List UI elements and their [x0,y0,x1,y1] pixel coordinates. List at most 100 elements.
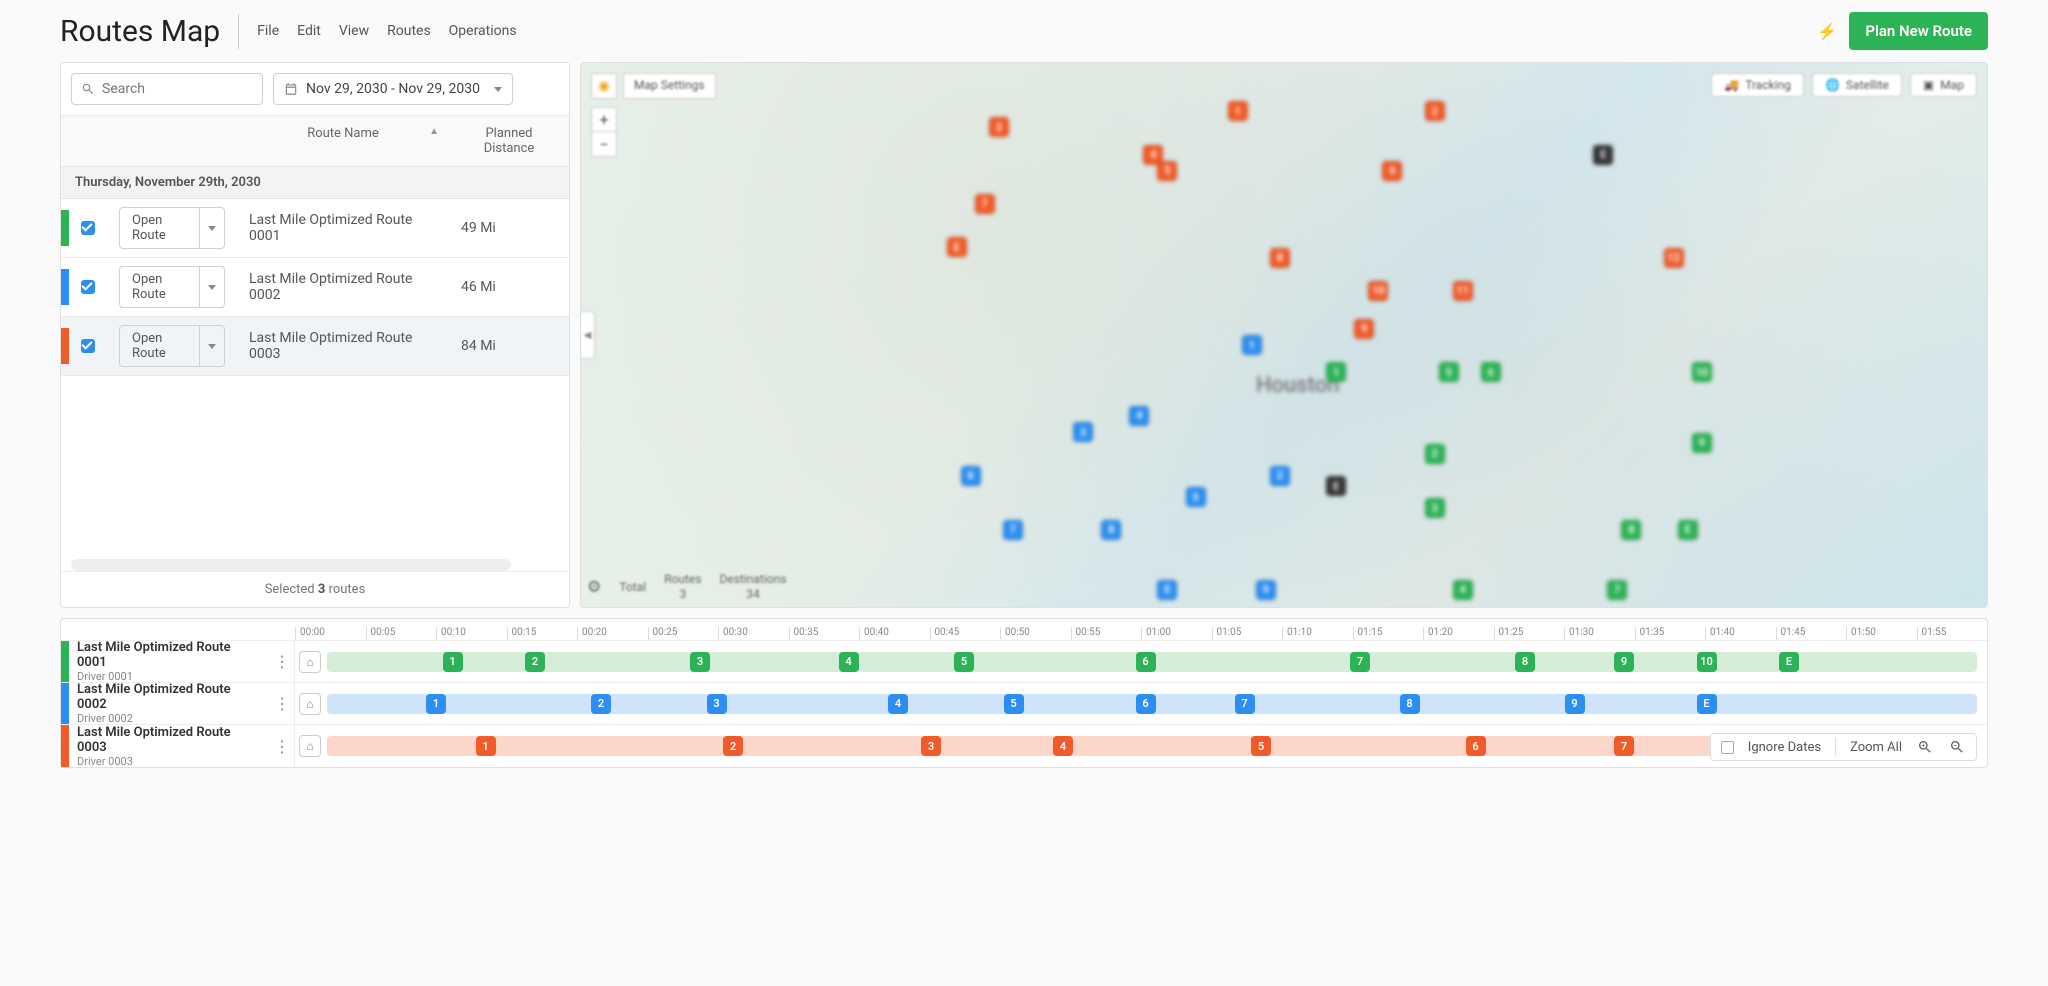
map-marker[interactable]: 5 [1157,161,1177,181]
more-icon[interactable]: ⋮ [270,652,294,671]
route-checkbox[interactable] [81,221,95,235]
map-marker[interactable]: 7 [1607,580,1627,600]
chevron-down-icon[interactable] [200,208,224,248]
zoom-out-icon[interactable] [1948,738,1966,756]
zoom-all-button[interactable]: Zoom All [1850,740,1902,755]
timeline-stop[interactable]: 7 [1235,694,1255,714]
menu-file[interactable]: File [257,23,279,39]
table-row[interactable]: Open Route Last Mile Optimized Route 000… [61,317,569,376]
zoom-in-button[interactable]: + [592,108,616,132]
timeline-stop[interactable]: 10 [1697,652,1717,672]
timeline-stop[interactable]: 3 [921,736,941,756]
map-canvas[interactable]: Houston 123456789101112E123456789E123456… [580,62,1988,608]
chevron-down-icon[interactable] [200,267,224,307]
bolt-icon[interactable]: ⚡ [1817,22,1837,41]
more-icon[interactable]: ⋮ [270,737,294,756]
table-row[interactable]: Open Route Last Mile Optimized Route 000… [61,258,569,317]
timeline-stop[interactable]: 9 [1614,652,1634,672]
menu-operations[interactable]: Operations [449,23,517,39]
map-marker[interactable]: 11 [1453,281,1473,301]
search-input[interactable] [71,73,263,105]
map-marker[interactable]: 3 [1425,498,1445,518]
horizontal-scrollbar[interactable] [71,559,511,571]
map-marker[interactable]: 5 [1186,487,1206,507]
date-range-picker[interactable]: Nov 29, 2030 - Nov 29, 2030 [273,73,513,105]
map-marker[interactable]: 4 [1453,580,1473,600]
timeline-stop[interactable]: E [1697,694,1717,714]
tracking-toggle[interactable]: 🚚Tracking [1711,73,1804,97]
map-marker[interactable]: 2 [1425,444,1445,464]
timeline-stop[interactable]: E [1779,652,1799,672]
menu-view[interactable]: View [339,23,369,39]
timeline-stop[interactable]: 7 [1614,736,1634,756]
timeline-stop[interactable]: 8 [1515,652,1535,672]
timeline-stop[interactable]: 5 [954,652,974,672]
map-marker[interactable]: 2 [1270,466,1290,486]
timeline-stop[interactable]: 3 [690,652,710,672]
timeline-stop[interactable]: 3 [707,694,727,714]
column-planned-distance[interactable]: Planned Distance [449,116,569,166]
timeline-bar[interactable]: 1 2 3 4 5 6 7 8 9 10 E [327,652,1977,672]
gear-icon[interactable]: ⚙ [587,577,601,596]
timeline-stop[interactable]: 2 [591,694,611,714]
map-marker[interactable]: 1 [1228,101,1248,121]
map-marker[interactable]: 3 [989,117,1009,137]
map-marker[interactable]: E [947,237,967,257]
open-route-button[interactable]: Open Route [119,325,225,367]
home-icon[interactable]: ⌂ [299,693,321,715]
map-marker[interactable]: 9 [1692,433,1712,453]
timeline-stop[interactable]: 4 [839,652,859,672]
map-toggle[interactable]: ▣Map [1910,73,1977,97]
map-marker[interactable]: E [1678,520,1698,540]
map-marker[interactable]: 8 [1621,520,1641,540]
zoom-out-button[interactable]: − [592,132,616,156]
timeline-stop[interactable]: 8 [1400,694,1420,714]
home-icon[interactable]: ⌂ [299,735,321,757]
ignore-dates-checkbox[interactable] [1721,741,1734,754]
timeline-stop[interactable]: 7 [1350,652,1370,672]
map-marker[interactable]: E [1593,145,1613,165]
map-marker[interactable]: 3 [1073,422,1093,442]
timeline-stop[interactable]: 6 [1466,736,1486,756]
plan-new-route-button[interactable]: Plan New Route [1849,12,1988,50]
map-marker[interactable]: 6 [961,466,981,486]
timeline-stop[interactable]: 2 [723,736,743,756]
timeline-stop[interactable]: 9 [1565,694,1585,714]
map-marker[interactable]: 10 [1692,362,1712,382]
map-marker[interactable]: 8 [1101,520,1121,540]
streetview-icon[interactable]: ◉ [591,73,617,99]
open-route-button[interactable]: Open Route [119,266,225,308]
route-checkbox[interactable] [81,339,95,353]
open-route-button[interactable]: Open Route [119,207,225,249]
map-marker[interactable]: E [1157,580,1177,600]
map-marker[interactable]: 7 [1003,520,1023,540]
timeline-bar[interactable]: 1 2 3 4 5 6 7 8 9 E [327,694,1977,714]
map-marker[interactable]: 10 [1368,281,1388,301]
map-marker[interactable]: 5 [1439,362,1459,382]
timeline-stop[interactable]: 6 [1136,652,1156,672]
map-marker[interactable]: 7 [975,194,995,214]
chevron-down-icon[interactable] [200,326,224,366]
map-marker[interactable]: 6 [1481,362,1501,382]
home-icon[interactable]: ⌂ [299,651,321,673]
map-marker[interactable]: 4 [1129,406,1149,426]
map-marker[interactable]: 12 [1664,248,1684,268]
timeline-stop[interactable]: 1 [476,736,496,756]
timeline-stop[interactable]: 6 [1136,694,1156,714]
timeline-stop[interactable]: 2 [525,652,545,672]
satellite-toggle[interactable]: 🌐Satellite [1812,73,1902,97]
zoom-in-icon[interactable] [1916,738,1934,756]
map-marker[interactable]: 8 [1270,248,1290,268]
map-marker[interactable]: 9 [1256,580,1276,600]
column-route-name[interactable]: Route Name▲ [237,116,449,166]
timeline-stop[interactable]: 5 [1004,694,1024,714]
map-marker[interactable]: 2 [1425,101,1445,121]
table-row[interactable]: Open Route Last Mile Optimized Route 000… [61,199,569,258]
timeline-stop[interactable]: 1 [443,652,463,672]
timeline-stop[interactable]: 4 [888,694,908,714]
map-marker[interactable]: 9 [1354,319,1374,339]
map-settings-button[interactable]: Map Settings [623,73,716,99]
timeline-stop[interactable]: 1 [426,694,446,714]
map-marker[interactable]: 1 [1326,362,1346,382]
timeline-stop[interactable]: 4 [1053,736,1073,756]
